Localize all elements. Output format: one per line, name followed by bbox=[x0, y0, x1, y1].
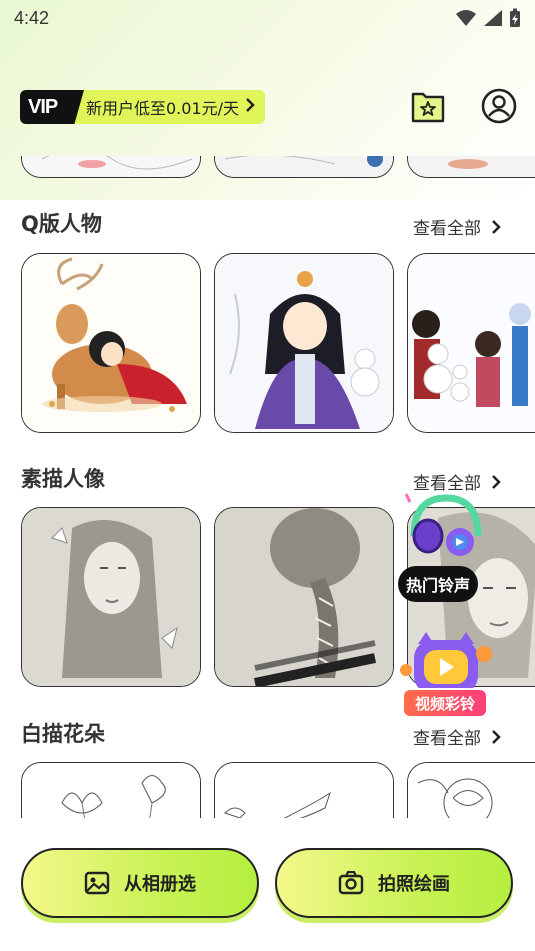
view-all-line-flowers[interactable]: 查看全部 bbox=[413, 724, 501, 749]
line-lily-image bbox=[22, 763, 200, 818]
section-title-chibi: Q版人物 bbox=[21, 212, 102, 236]
section-title-line-flowers: 白描花朵 bbox=[21, 722, 105, 746]
flower-card-bird[interactable] bbox=[214, 762, 394, 818]
status-time: 4:42 bbox=[14, 7, 50, 28]
vip-badge: VIP bbox=[20, 90, 84, 124]
chibi-card-swordsman[interactable] bbox=[214, 253, 394, 433]
chibi-swordsman-image bbox=[215, 254, 393, 432]
star-folder-icon bbox=[411, 92, 445, 123]
card-partial-3[interactable] bbox=[407, 156, 535, 178]
sketch-braid-image bbox=[215, 508, 393, 686]
view-all-chibi[interactable]: 查看全部 bbox=[413, 214, 501, 239]
pick-from-album-label: 从相册选 bbox=[124, 874, 196, 895]
app-header: VIP 新用户低至0.01元/天 bbox=[0, 86, 535, 130]
vip-promo-text: 新用户低至0.01元/天 bbox=[86, 99, 240, 118]
video-ringtone-label: 视频彩铃 bbox=[402, 688, 488, 718]
section-title-sketch-portrait: 素描人像 bbox=[21, 467, 105, 491]
vip-promo-banner[interactable]: VIP 新用户低至0.01元/天 bbox=[20, 90, 266, 124]
battery-icon bbox=[510, 8, 520, 27]
user-avatar-icon bbox=[481, 88, 517, 124]
profile-button[interactable] bbox=[481, 88, 517, 128]
chibi-group-image bbox=[408, 254, 535, 432]
sketch-girl-image bbox=[22, 508, 200, 686]
flower-card-rose[interactable] bbox=[407, 762, 535, 818]
pick-from-album-button[interactable]: 从相册选 bbox=[21, 848, 259, 918]
chibi-deer-image bbox=[22, 254, 200, 432]
card-partial-1[interactable] bbox=[21, 156, 201, 178]
sketch-card-girl-hair[interactable] bbox=[21, 507, 201, 687]
chevron-right-icon bbox=[245, 97, 255, 117]
view-all-label: 查看全部 bbox=[413, 474, 481, 494]
previous-row-partial bbox=[0, 156, 535, 178]
sketch-card-braid[interactable] bbox=[214, 507, 394, 687]
bottom-action-bar: 从相册选 拍照绘画 bbox=[0, 818, 535, 951]
chevron-right-icon bbox=[492, 474, 501, 489]
take-photo-button[interactable]: 拍照绘画 bbox=[275, 848, 513, 918]
hot-ringtone-widget[interactable]: 热门铃声 bbox=[398, 492, 494, 602]
status-bar: 4:42 bbox=[0, 0, 535, 36]
view-all-label: 查看全部 bbox=[413, 219, 481, 239]
image-gallery-icon bbox=[84, 871, 110, 895]
card-partial-2[interactable] bbox=[214, 156, 394, 178]
wifi-icon bbox=[456, 10, 476, 26]
chevron-right-icon bbox=[492, 729, 501, 744]
chevron-right-icon bbox=[492, 219, 501, 234]
view-all-sketch-portrait[interactable]: 查看全部 bbox=[413, 469, 501, 494]
signal-icon bbox=[484, 10, 502, 26]
hot-ringtone-label: 热门铃声 bbox=[398, 566, 479, 602]
headphones-icon bbox=[404, 493, 482, 556]
video-ringtone-widget[interactable]: 视频彩铃 bbox=[396, 628, 496, 724]
chibi-card-deer[interactable] bbox=[21, 253, 201, 433]
favorites-button[interactable] bbox=[410, 88, 446, 128]
view-all-label: 查看全部 bbox=[413, 729, 481, 749]
chibi-card-group[interactable] bbox=[407, 253, 535, 433]
status-icons bbox=[455, 8, 521, 28]
line-rose-image bbox=[408, 763, 535, 818]
line-bird-image bbox=[215, 763, 393, 818]
flower-card-lily[interactable] bbox=[21, 762, 201, 818]
camera-icon bbox=[338, 871, 364, 895]
take-photo-label: 拍照绘画 bbox=[378, 874, 450, 895]
